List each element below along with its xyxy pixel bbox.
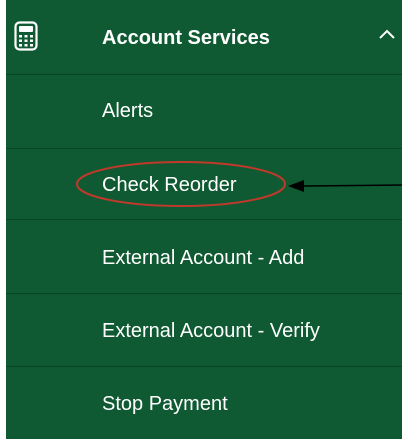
menu-item-alerts[interactable]: Alerts	[6, 75, 402, 149]
menu-item-check-reorder[interactable]: Check Reorder	[6, 149, 402, 220]
account-services-header[interactable]: Account Services	[6, 0, 402, 75]
menu-item-label: External Account - Add	[102, 247, 305, 269]
calculator-icon	[14, 21, 38, 51]
account-services-menu: Account Services Alerts Check Reorder Ex…	[6, 0, 402, 439]
menu-item-external-account-add[interactable]: External Account - Add	[6, 220, 402, 294]
menu-item-external-account-verify[interactable]: External Account - Verify	[6, 294, 402, 367]
menu-item-label: Stop Payment	[102, 393, 228, 415]
menu-item-label: Check Reorder	[102, 174, 237, 196]
menu-item-label: Alerts	[102, 100, 154, 122]
menu-item-stop-payment[interactable]: Stop Payment	[6, 367, 402, 439]
chevron-up-icon[interactable]	[378, 28, 396, 40]
menu-item-label: External Account - Verify	[102, 320, 320, 342]
account-services-label: Account Services	[102, 27, 270, 49]
